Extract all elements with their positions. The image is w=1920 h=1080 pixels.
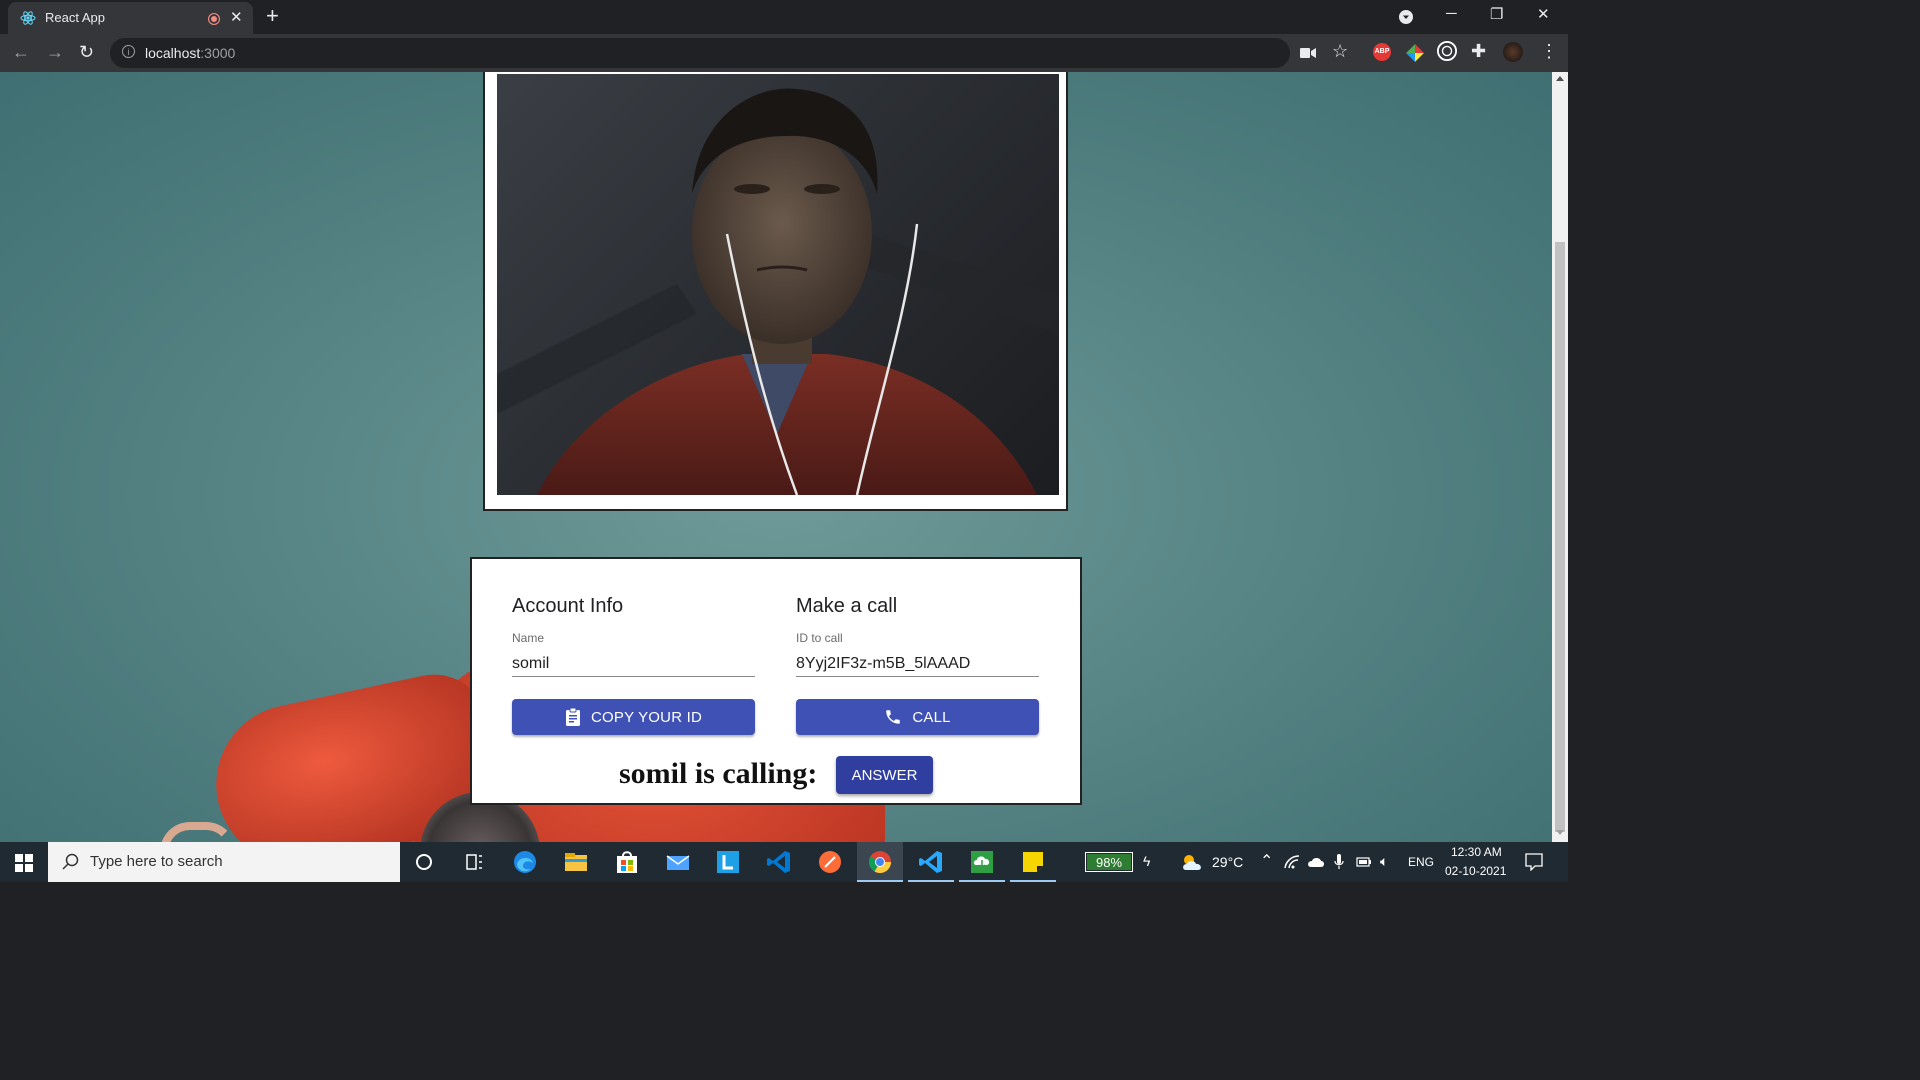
profile-avatar[interactable] [1503, 42, 1523, 62]
onedrive-icon[interactable] [1307, 856, 1325, 868]
battery-tray-icon[interactable] [1356, 856, 1372, 868]
adblock-icon[interactable]: ABP [1373, 43, 1391, 61]
cortana-icon[interactable] [410, 848, 438, 876]
edge-icon[interactable] [511, 848, 539, 876]
microphone-icon[interactable] [1334, 854, 1344, 870]
id-to-call-input[interactable] [796, 652, 1039, 677]
chrome-taskbar-slot[interactable] [857, 842, 903, 882]
vscode-icon-running [919, 851, 942, 873]
charging-icon: ϟ [1143, 853, 1151, 869]
bookmark-star-icon[interactable]: ☆ [1332, 41, 1348, 62]
file-explorer-icon[interactable] [562, 848, 590, 876]
url-text: localhost:3000 [145, 45, 236, 61]
site-info-icon[interactable]: i [122, 45, 135, 58]
download-app-slot[interactable] [959, 842, 1005, 882]
id-to-call-label: ID to call [796, 631, 843, 645]
make-call-title: Make a call [796, 595, 898, 617]
incoming-call-text: somil is calling: [619, 757, 818, 790]
background-phone-cord [160, 822, 236, 842]
mail-icon[interactable] [664, 848, 692, 876]
wifi-icon[interactable] [1284, 855, 1300, 869]
extension-circle-icon[interactable] [1437, 41, 1457, 61]
browser-toolbar: ← → ↻ i localhost:3000 ☆ ABP ✚ ⋮ [0, 34, 1568, 72]
call-label: CALL [912, 708, 951, 726]
chrome-icon [869, 851, 891, 873]
back-icon[interactable]: ← [12, 42, 30, 63]
page-scrollbar[interactable] [1552, 72, 1568, 842]
tab-strip: React App ✕ + ─ ❐ ✕ [0, 0, 1568, 34]
reload-icon[interactable]: ↻ [79, 42, 94, 63]
postman-icon[interactable] [816, 848, 844, 876]
clock-time[interactable]: 12:30 AM [1451, 845, 1502, 859]
recording-indicator-icon [208, 13, 220, 25]
windows-taskbar: Type here to search 98% ϟ 29°C ⌃ 🔈︎ ENG … [0, 842, 1568, 882]
page-viewport: Account Info Name COPY YOUR ID Make a ca… [0, 72, 1552, 842]
name-label: Name [512, 631, 545, 645]
react-icon [20, 11, 36, 25]
volume-icon[interactable]: 🔈︎ [1380, 853, 1388, 870]
window-close-icon[interactable]: ✕ [1537, 5, 1550, 23]
copy-id-button[interactable]: COPY YOUR ID [512, 699, 755, 735]
webcam-feed [497, 88, 1059, 495]
language-indicator[interactable]: ENG [1408, 855, 1434, 869]
taskbar-search-box[interactable]: Type here to search [48, 842, 400, 882]
scroll-down-arrow-icon[interactable] [1556, 830, 1564, 835]
video-card [483, 72, 1068, 511]
sticky-notes-slot[interactable] [1010, 842, 1056, 882]
battery-percent: 98% [1096, 855, 1123, 870]
call-button[interactable]: CALL [796, 699, 1039, 735]
tab-search-icon[interactable] [1398, 9, 1414, 25]
store-icon[interactable] [613, 848, 641, 876]
name-input[interactable] [512, 652, 755, 677]
new-tab-button[interactable]: + [266, 3, 279, 29]
battery-indicator[interactable]: 98% [1085, 852, 1133, 872]
minimize-icon[interactable]: ─ [1446, 5, 1457, 22]
phone-icon [886, 710, 901, 724]
address-bar[interactable]: i localhost:3000 ☆ [110, 38, 1348, 68]
account-info-title: Account Info [512, 595, 624, 617]
cloud-download-icon [971, 851, 993, 873]
notifications-icon[interactable] [1525, 853, 1543, 871]
color-extension-icon[interactable] [1405, 43, 1425, 63]
sticky-notes-icon [1023, 852, 1043, 872]
temperature[interactable]: 29°C [1212, 854, 1243, 870]
tab-react-app[interactable]: React App ✕ [8, 2, 253, 34]
weather-partly-cloudy-icon[interactable] [1180, 852, 1204, 872]
vscode-taskbar-slot[interactable] [908, 842, 954, 882]
show-hidden-icons-icon[interactable]: ⌃ [1260, 851, 1273, 871]
copy-id-label: COPY YOUR ID [590, 708, 703, 726]
camera-in-use-icon[interactable] [1300, 47, 1316, 59]
answer-button[interactable]: ANSWER [836, 756, 933, 794]
extensions-puzzle-icon[interactable]: ✚ [1471, 41, 1491, 61]
clock-date[interactable]: 02-10-2021 [1445, 864, 1506, 878]
tab-title: React App [45, 10, 105, 25]
clipboard-icon [565, 708, 580, 726]
restore-icon[interactable]: ❐ [1490, 5, 1503, 23]
search-icon [62, 853, 79, 870]
scroll-up-arrow-icon[interactable] [1556, 76, 1564, 81]
windows-start-icon[interactable] [15, 854, 33, 872]
tab-close-icon[interactable]: ✕ [230, 8, 243, 26]
call-panel: Account Info Name COPY YOUR ID Make a ca… [470, 557, 1082, 805]
vscode-icon[interactable] [765, 848, 793, 876]
task-view-icon[interactable] [460, 848, 488, 876]
forward-icon[interactable]: → [46, 42, 64, 63]
scroll-thumb[interactable] [1555, 242, 1565, 832]
search-placeholder: Type here to search [90, 853, 223, 870]
menu-kebab-icon[interactable]: ⋮ [1540, 41, 1560, 61]
local-video [497, 74, 1059, 495]
l-app-icon[interactable] [714, 848, 742, 876]
